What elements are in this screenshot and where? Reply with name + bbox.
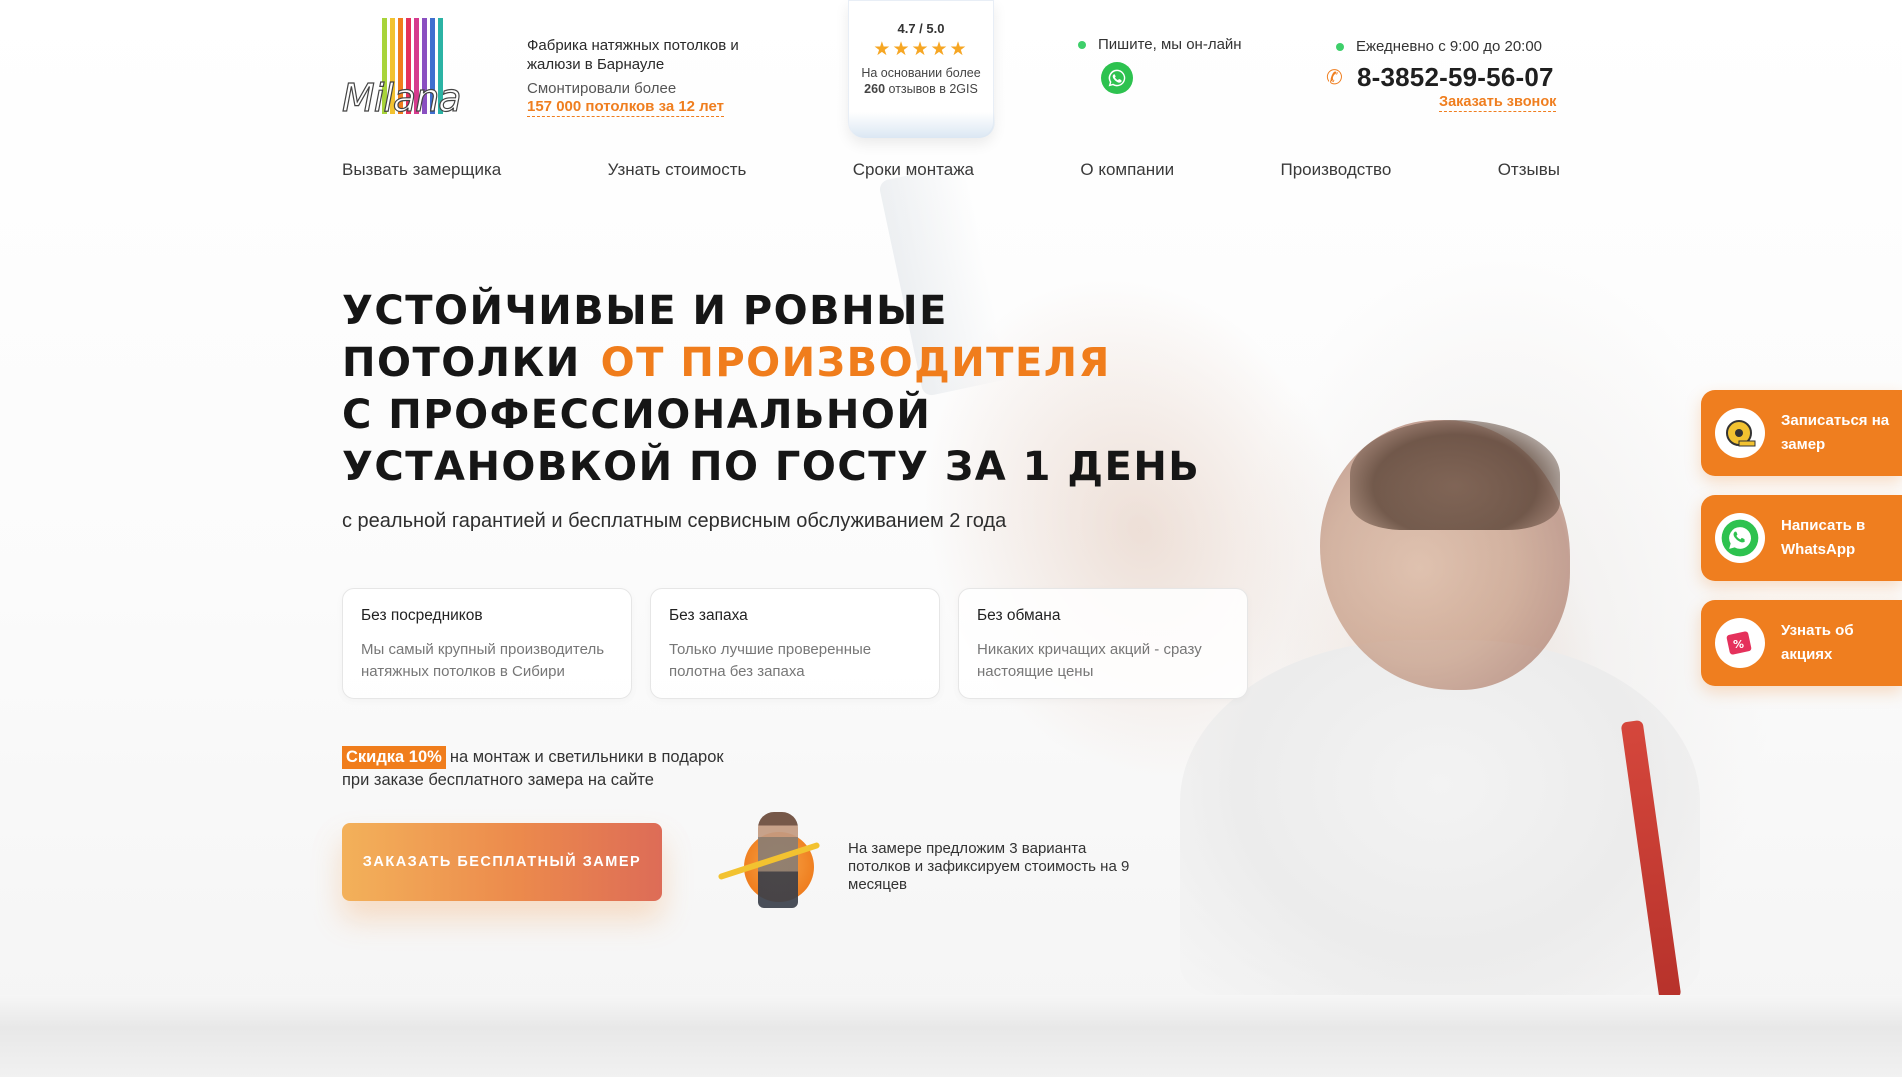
feature-card: Без обмана Никаких кричащих акций - сраз… xyxy=(958,588,1248,699)
online-dot-icon xyxy=(1078,41,1086,50)
tape-measure-icon xyxy=(1715,408,1765,458)
feature-cards: Без посредников Мы самый крупный произво… xyxy=(342,588,1248,699)
online-status: Пишите, мы он-лайн xyxy=(1078,36,1242,53)
nav-item-reviews[interactable]: Отзывы xyxy=(1498,160,1560,180)
nav-item-about[interactable]: О компании xyxy=(1080,160,1174,180)
tagline: Фабрика натяжных потолков и жалюзи в Бар… xyxy=(527,37,739,73)
side-button-whatsapp[interactable]: Написать в WhatsApp xyxy=(1701,495,1902,581)
feature-title: Без посредников xyxy=(361,607,483,624)
feature-card: Без запаха Только лучшие проверенные пол… xyxy=(650,588,940,699)
headline-line-2-prefix: потолки xyxy=(342,340,581,386)
hero-photo-hair xyxy=(1350,420,1560,530)
hero-photo-shirt xyxy=(1180,640,1700,1000)
phone-number: 8-3852-59-56-07 xyxy=(1356,62,1554,92)
star-rating-icon: ★★★★★ xyxy=(873,39,969,60)
installed-stats: Смонтировали более 157 000 потолков за 1… xyxy=(527,80,725,117)
order-free-measure-button[interactable]: ЗАКАЗАТЬ БЕСПЛАТНЫЙ ЗАМЕР xyxy=(342,823,662,901)
discount-tag-icon: % xyxy=(1715,618,1765,668)
working-hours: Ежедневно с 9:00 до 20:00 xyxy=(1336,38,1542,55)
side-button-label: Написать в WhatsApp xyxy=(1781,517,1866,558)
nav-item-price[interactable]: Узнать стоимость xyxy=(608,160,747,180)
hero-subline: с реальной гарантией и бесплатным сервис… xyxy=(342,510,1007,532)
side-button-book-measure[interactable]: Записаться на замер xyxy=(1701,390,1902,476)
side-button-promotions[interactable]: % Узнать об акциях xyxy=(1701,600,1902,686)
installed-highlight-link[interactable]: 157 000 потолков за 12 лет xyxy=(527,98,725,117)
side-button-label: Узнать об акциях xyxy=(1781,622,1854,663)
hero-headline: Устойчивые и ровные потолки от производит… xyxy=(342,285,1200,493)
promo-line-1: на монтаж и светильники в подарок xyxy=(449,748,724,766)
whatsapp-icon xyxy=(1715,513,1765,563)
tape-measure-icon-svg xyxy=(1726,420,1756,447)
whatsapp-header-button[interactable] xyxy=(1101,62,1133,94)
rating-desc-suffix: отзывов в 2GIS xyxy=(888,82,978,96)
main-nav: Вызвать замерщика Узнать стоимость Сроки… xyxy=(342,160,1560,180)
headline-line-1: Устойчивые и ровные xyxy=(342,288,948,334)
promo-text: Скидка 10% на монтаж и светильники в пода… xyxy=(342,746,724,792)
whatsapp-icon-svg xyxy=(1721,519,1759,557)
rating-count: 260 xyxy=(864,82,886,96)
phone-icon: ✆ xyxy=(1326,67,1343,89)
page: Milana Фабрика натяжных потолков и жалюз… xyxy=(0,0,1902,1077)
hours-text: Ежедневно с 9:00 до 20:00 xyxy=(1356,38,1543,55)
headline-highlight: от производителя xyxy=(600,340,1111,386)
rating-description: На основании более 260 отзывов в 2GIS xyxy=(849,65,993,97)
callback-link[interactable]: Заказать звонок xyxy=(1439,94,1557,112)
feature-text: Мы самый крупный производитель натяжных … xyxy=(361,641,605,680)
rating-desc-prefix: На основании более xyxy=(861,66,981,80)
phone-link[interactable]: ✆ 8-3852-59-56-07 xyxy=(1326,62,1554,93)
bottom-band xyxy=(0,995,1902,1077)
installed-prefix: Смонтировали более xyxy=(527,80,677,97)
svg-text:%: % xyxy=(1733,638,1744,651)
logo-text: Milana xyxy=(341,75,462,120)
feature-text: Никаких кричащих акций - сразу настоящие… xyxy=(977,641,1202,680)
measurer-image xyxy=(710,812,828,912)
discount-badge: Скидка 10% xyxy=(342,746,446,769)
rating-widget[interactable]: 4.7 / 5.0 ★★★★★ На основании более 260 о… xyxy=(848,0,995,138)
feature-title: Без обмана xyxy=(977,607,1061,624)
online-text: Пишите, мы он-лайн xyxy=(1098,36,1242,53)
nav-item-measurer[interactable]: Вызвать замерщика xyxy=(342,160,501,180)
headline-line-3: с профессиональной xyxy=(342,392,932,438)
feature-card: Без посредников Мы самый крупный произво… xyxy=(342,588,632,699)
discount-tag-icon-svg: % xyxy=(1726,631,1752,655)
nav-item-production[interactable]: Производство xyxy=(1281,160,1392,180)
nav-item-timing[interactable]: Сроки монтажа xyxy=(853,160,974,180)
rating-score: 4.7 / 5.0 xyxy=(897,21,945,36)
feature-title: Без запаха xyxy=(669,607,748,624)
side-button-label: Записаться на замер xyxy=(1781,412,1890,453)
logo[interactable]: Milana xyxy=(341,18,482,121)
promo-line-2: при заказе бесплатного замера на сайте xyxy=(342,771,654,789)
hours-dot-icon xyxy=(1336,43,1344,52)
headline-line-4: установкой по ГОСТу за 1 день xyxy=(342,444,1201,490)
feature-text: Только лучшие проверенные полотна без за… xyxy=(669,641,872,680)
whatsapp-icon xyxy=(1108,69,1126,87)
measure-note: На замере предложим 3 варианта потолков … xyxy=(848,840,1130,893)
